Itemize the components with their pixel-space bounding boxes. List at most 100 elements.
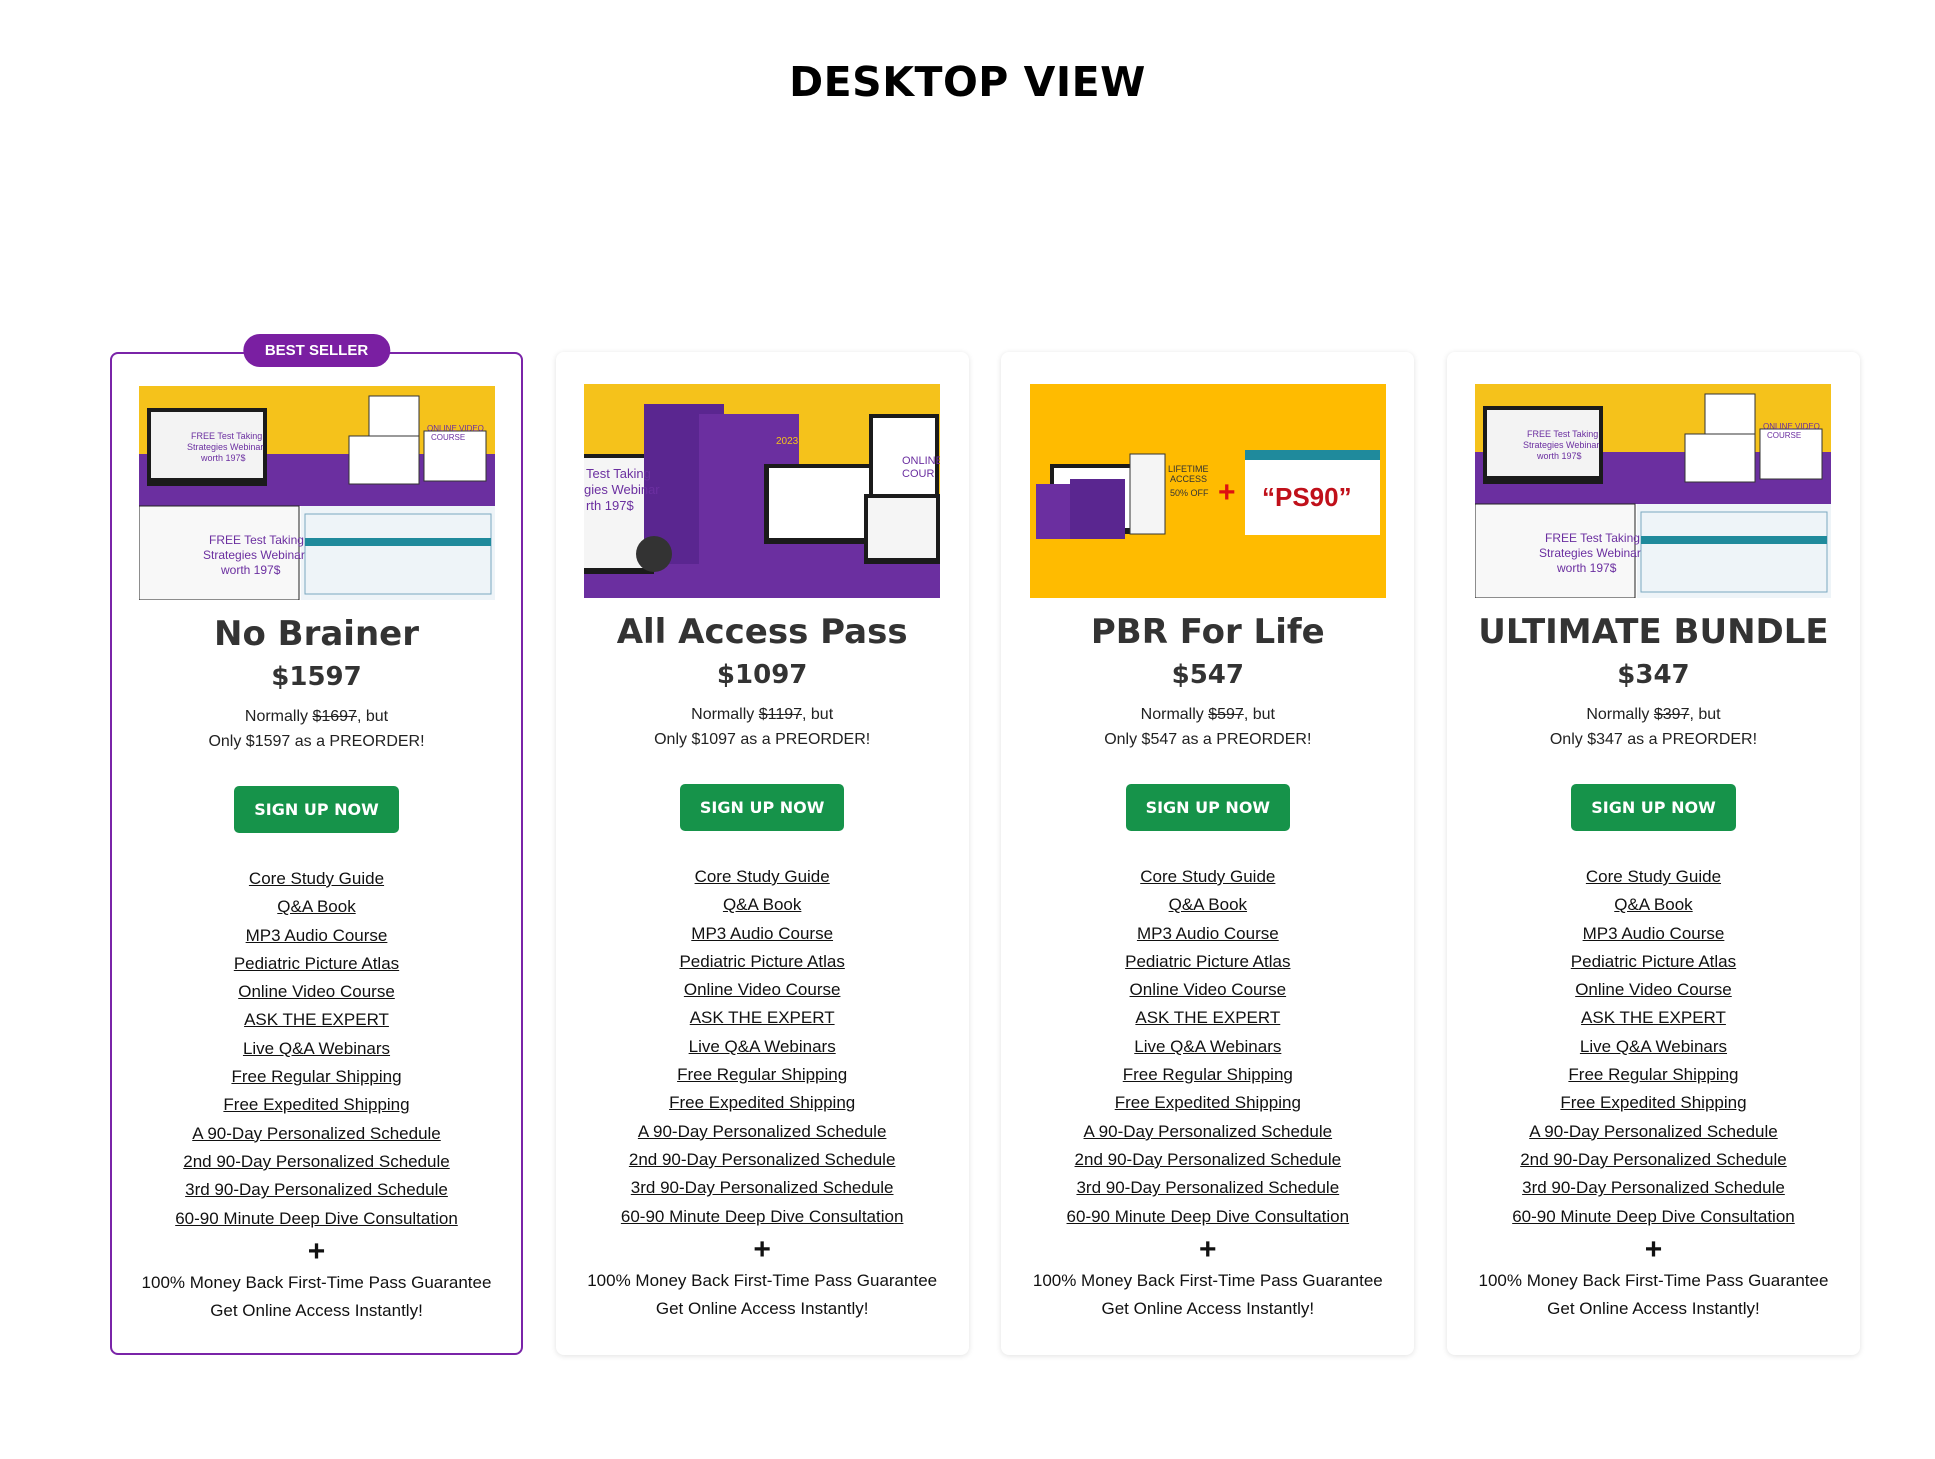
- feature-link[interactable]: ASK THE EXPERT: [1581, 1008, 1726, 1027]
- feature-item: Core Study Guide: [621, 863, 904, 891]
- preorder-note: Only $347 as a PREORDER!: [1549, 731, 1758, 748]
- svg-text:Strategies Webinar: Strategies Webinar: [1523, 440, 1599, 450]
- feature-list: Core Study Guide Q&A Book MP3 Audio Cour…: [1067, 863, 1350, 1231]
- svg-text:rth 197$: rth 197$: [586, 498, 634, 513]
- feature-item: Core Study Guide: [175, 865, 458, 893]
- feature-link[interactable]: Pediatric Picture Atlas: [679, 952, 844, 971]
- feature-link[interactable]: Free Regular Shipping: [677, 1065, 847, 1084]
- feature-link[interactable]: Free Regular Shipping: [231, 1067, 401, 1086]
- feature-link[interactable]: Pediatric Picture Atlas: [1571, 952, 1736, 971]
- svg-text:Strategies Webinar: Strategies Webinar: [203, 548, 305, 562]
- feature-link[interactable]: A 90-Day Personalized Schedule: [638, 1122, 887, 1141]
- feature-item: ASK THE EXPERT: [175, 1006, 458, 1034]
- feature-link[interactable]: Pediatric Picture Atlas: [1125, 952, 1290, 971]
- guarantee-text: 100% Money Back First-Time Pass Guarante…: [587, 1270, 938, 1290]
- page-title: DESKTOP VIEW: [789, 58, 1146, 106]
- feature-link[interactable]: Q&A Book: [723, 895, 801, 914]
- feature-link[interactable]: Live Q&A Webinars: [1580, 1037, 1727, 1056]
- feature-link[interactable]: A 90-Day Personalized Schedule: [1529, 1122, 1778, 1141]
- feature-link[interactable]: Free Regular Shipping: [1123, 1065, 1293, 1084]
- feature-item: Core Study Guide: [1512, 863, 1795, 891]
- feature-link[interactable]: ASK THE EXPERT: [1135, 1008, 1280, 1027]
- feature-link[interactable]: Q&A Book: [277, 897, 355, 916]
- feature-item: Live Q&A Webinars: [1512, 1033, 1795, 1061]
- feature-item: MP3 Audio Course: [1512, 920, 1795, 948]
- feature-link[interactable]: Live Q&A Webinars: [243, 1039, 390, 1058]
- plus-icon: +: [753, 1232, 771, 1266]
- feature-link[interactable]: Online Video Course: [238, 982, 395, 1001]
- feature-link[interactable]: 60-90 Minute Deep Dive Consultation: [1512, 1207, 1795, 1226]
- feature-link[interactable]: Free Expedited Shipping: [669, 1093, 855, 1112]
- feature-item: Live Q&A Webinars: [1067, 1033, 1350, 1061]
- feature-link[interactable]: Core Study Guide: [1140, 867, 1275, 886]
- feature-link[interactable]: 2nd 90-Day Personalized Schedule: [1075, 1150, 1342, 1169]
- access-text: Get Online Access Instantly!: [1547, 1299, 1760, 1319]
- feature-item: 2nd 90-Day Personalized Schedule: [1067, 1146, 1350, 1174]
- svg-text:worth 197$: worth 197$: [1536, 451, 1582, 461]
- feature-link[interactable]: Free Expedited Shipping: [1560, 1093, 1746, 1112]
- feature-link[interactable]: 60-90 Minute Deep Dive Consultation: [621, 1207, 904, 1226]
- feature-link[interactable]: 2nd 90-Day Personalized Schedule: [183, 1152, 450, 1171]
- access-text: Get Online Access Instantly!: [655, 1299, 869, 1319]
- svg-text:COUR: COUR: [902, 468, 934, 480]
- feature-link[interactable]: Free Expedited Shipping: [1115, 1093, 1301, 1112]
- feature-link[interactable]: Core Study Guide: [249, 869, 384, 888]
- pricing-cards: BEST SELLER FREE Test Taking Strategies …: [110, 334, 1860, 1355]
- feature-link[interactable]: Q&A Book: [1169, 895, 1247, 914]
- feature-link[interactable]: MP3 Audio Course: [246, 926, 388, 945]
- feature-link[interactable]: A 90-Day Personalized Schedule: [192, 1124, 441, 1143]
- feature-link[interactable]: ASK THE EXPERT: [244, 1010, 389, 1029]
- plan-card-all-access-pass: Test Taking gies Webinar rth 197$ 2023 O…: [555, 352, 969, 1355]
- plan-name: ULTIMATE BUNDLE: [1478, 612, 1829, 652]
- sign-up-button[interactable]: SIGN UP NOW: [1125, 784, 1291, 831]
- feature-item: Pediatric Picture Atlas: [175, 950, 458, 978]
- feature-item: ASK THE EXPERT: [1512, 1004, 1795, 1032]
- feature-link[interactable]: Free Expedited Shipping: [223, 1095, 409, 1114]
- price-note: Normally $1697, but Only $1597 as a PREO…: [208, 708, 425, 750]
- feature-link[interactable]: Q&A Book: [1614, 895, 1692, 914]
- feature-link[interactable]: Online Video Course: [1575, 980, 1732, 999]
- feature-link[interactable]: Core Study Guide: [695, 867, 830, 886]
- plan-price: $1597: [271, 662, 362, 692]
- sign-up-button[interactable]: SIGN UP NOW: [234, 786, 399, 833]
- feature-link[interactable]: Live Q&A Webinars: [689, 1037, 836, 1056]
- image-text: LIFETIME: [1168, 464, 1209, 474]
- feature-link[interactable]: Pediatric Picture Atlas: [234, 954, 399, 973]
- feature-link[interactable]: 60-90 Minute Deep Dive Consultation: [1067, 1207, 1350, 1226]
- product-image: LIFETIME ACCESS 50% OFF + “PS90”: [1029, 384, 1386, 598]
- access-text: Get Online Access Instantly!: [1101, 1299, 1315, 1319]
- feature-item: 60-90 Minute Deep Dive Consultation: [1512, 1203, 1795, 1231]
- feature-link[interactable]: Online Video Course: [684, 980, 841, 999]
- feature-link[interactable]: MP3 Audio Course: [691, 924, 833, 943]
- feature-link[interactable]: 3rd 90-Day Personalized Schedule: [631, 1178, 894, 1197]
- feature-link[interactable]: MP3 Audio Course: [1137, 924, 1279, 943]
- svg-text:FREE Test Taking: FREE Test Taking: [209, 533, 304, 547]
- svg-text:worth 197$: worth 197$: [200, 453, 246, 463]
- feature-link[interactable]: Free Regular Shipping: [1568, 1065, 1738, 1084]
- sign-up-button[interactable]: SIGN UP NOW: [679, 784, 845, 831]
- feature-link[interactable]: ASK THE EXPERT: [690, 1008, 835, 1027]
- feature-link[interactable]: Online Video Course: [1130, 980, 1287, 999]
- feature-item: Q&A Book: [1067, 891, 1350, 919]
- feature-link[interactable]: 3rd 90-Day Personalized Schedule: [1522, 1178, 1785, 1197]
- plan-card-ultimate-bundle: FREE Test Taking Strategies Webinar wort…: [1446, 352, 1860, 1355]
- feature-link[interactable]: 60-90 Minute Deep Dive Consultation: [175, 1209, 458, 1228]
- sign-up-button[interactable]: SIGN UP NOW: [1571, 784, 1736, 831]
- feature-link[interactable]: Core Study Guide: [1586, 867, 1721, 886]
- svg-text:ONLINE V: ONLINE V: [902, 455, 940, 467]
- access-text: Get Online Access Instantly!: [210, 1301, 423, 1321]
- feature-item: Free Expedited Shipping: [1067, 1089, 1350, 1117]
- feature-link[interactable]: 2nd 90-Day Personalized Schedule: [1520, 1150, 1787, 1169]
- plan-card-pbr-for-life: LIFETIME ACCESS 50% OFF + “PS90” PBR For…: [1001, 352, 1415, 1355]
- feature-item: Free Regular Shipping: [175, 1063, 458, 1091]
- feature-link[interactable]: 3rd 90-Day Personalized Schedule: [185, 1180, 448, 1199]
- feature-link[interactable]: A 90-Day Personalized Schedule: [1084, 1122, 1333, 1141]
- svg-text:Strategies Webinar: Strategies Webinar: [1539, 546, 1641, 560]
- plan-name: All Access Pass: [616, 612, 908, 652]
- svg-text:ONLINE VIDEO: ONLINE VIDEO: [1763, 422, 1820, 431]
- feature-item: Pediatric Picture Atlas: [621, 948, 904, 976]
- feature-link[interactable]: 2nd 90-Day Personalized Schedule: [629, 1150, 896, 1169]
- feature-link[interactable]: Live Q&A Webinars: [1134, 1037, 1281, 1056]
- feature-link[interactable]: 3rd 90-Day Personalized Schedule: [1076, 1178, 1339, 1197]
- feature-link[interactable]: MP3 Audio Course: [1583, 924, 1725, 943]
